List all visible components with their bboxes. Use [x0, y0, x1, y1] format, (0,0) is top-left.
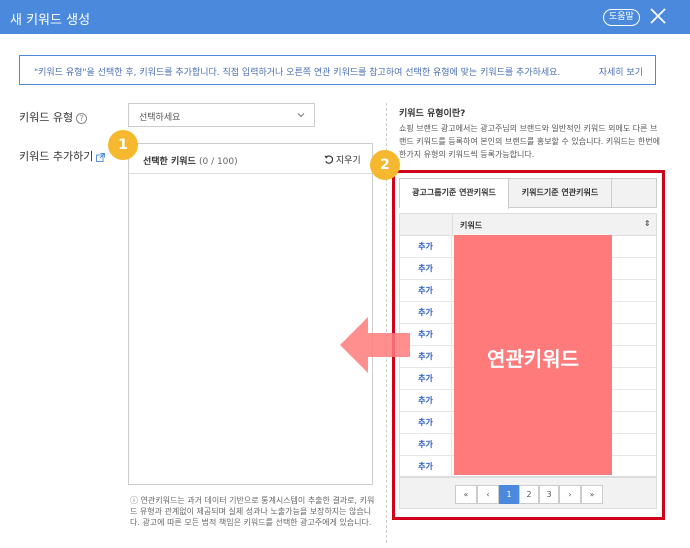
keyword-type-label: 키워드 유형? [19, 109, 88, 125]
add-keyword-button[interactable]: 추가 [400, 258, 452, 279]
prev-page-button[interactable]: ‹ [477, 485, 499, 504]
tab-keyword-related[interactable]: 키워드기준 연관키워드 [509, 179, 612, 208]
keyword-type-select[interactable]: 선택하세요 [128, 103, 315, 127]
add-keyword-button[interactable]: 추가 [400, 434, 452, 455]
help-button[interactable]: 도움말 [603, 9, 640, 26]
step-badge-1: 1 [108, 130, 138, 160]
help-icon[interactable]: ? [76, 112, 88, 124]
external-link-icon[interactable] [96, 152, 106, 162]
arrow-left-icon [340, 317, 410, 373]
selected-keywords-header: 선택한 키워드 (0 / 100) 지우기 [129, 144, 372, 174]
step-badge-2: 2 [370, 150, 400, 180]
selected-keywords-label: 선택한 키워드 [143, 157, 196, 167]
tab-adgroup-related[interactable]: 광고그룹기준 연관키워드 [400, 179, 509, 209]
last-page-button[interactable]: » [581, 485, 603, 504]
page-3-button[interactable]: 3 [539, 485, 559, 504]
info-message: "키워드 유형"을 선택한 후, 키워드를 추가합니다. 직접 입력하거나 오른… [34, 68, 561, 78]
keyword-type-text: 키워드 유형 [19, 111, 74, 124]
keyword-type-value: 선택하세요 [139, 113, 181, 123]
more-link[interactable]: 자세히 보기 [599, 65, 643, 78]
disclaimer-note: ⓘ 연관키워드는 과거 데이터 기반으로 통계시스템이 추출한 결과로, 키워드… [130, 496, 375, 527]
add-keyword-button[interactable]: 추가 [400, 456, 452, 477]
dialog-title: 새 키워드 생성 [10, 13, 91, 28]
page-2-button[interactable]: 2 [519, 485, 539, 504]
keyword-type-help-description: 쇼핑 브랜드 광고에서는 광고주님의 브랜드와 일반적인 키워드 외에도 다른 … [399, 124, 660, 159]
header-separator [452, 214, 453, 236]
page-1-button[interactable]: 1 [499, 485, 519, 504]
related-keyword-tabs: 광고그룹기준 연관키워드 키워드기준 연관키워드 [399, 178, 657, 209]
keyword-add-text: 키워드 추가하기 [19, 150, 94, 163]
selected-keywords-title: 선택한 키워드 (0 / 100) [143, 154, 238, 167]
chevron-down-icon [297, 113, 305, 118]
next-page-button[interactable]: › [559, 485, 581, 504]
add-keyword-button[interactable]: 추가 [400, 236, 452, 257]
selected-keywords-count: (0 / 100) [198, 157, 238, 167]
selected-keywords-panel: 선택한 키워드 (0 / 100) 지우기 [128, 143, 373, 485]
dialog-titlebar: 새 키워드 생성 도움말 [0, 0, 690, 34]
clear-label: 지우기 [335, 156, 361, 166]
undo-icon [324, 155, 334, 164]
table-header: 키워드 ⇕ [400, 214, 656, 236]
clear-button[interactable]: 지우기 [324, 153, 361, 166]
keyword-type-help-title: 키워드 유형이란? [399, 109, 466, 119]
first-page-button[interactable]: « [455, 485, 477, 504]
pagination: « ‹ 1 2 3 › » [399, 477, 657, 509]
add-keyword-button[interactable]: 추가 [400, 390, 452, 411]
add-keyword-button[interactable]: 추가 [400, 412, 452, 433]
keyword-add-label: 키워드 추가하기 [19, 148, 106, 164]
add-keyword-button[interactable]: 추가 [400, 280, 452, 301]
close-icon[interactable] [648, 6, 668, 26]
keyword-column-header: 키워드 [460, 221, 483, 230]
info-banner: "키워드 유형"을 선택한 후, 키워드를 추가합니다. 직접 입력하거나 오른… [19, 55, 656, 85]
sort-icon[interactable]: ⇕ [644, 219, 651, 228]
related-keywords-overlay-label: 연관키워드 [487, 347, 579, 371]
